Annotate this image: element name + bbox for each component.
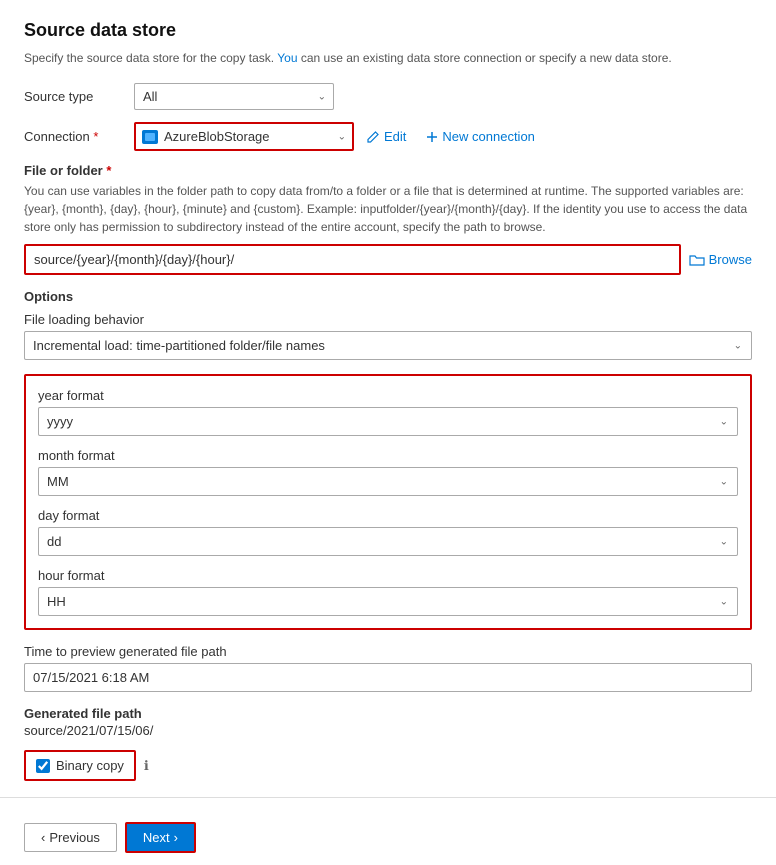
day-format-select[interactable]: dd d: [38, 527, 738, 556]
file-loading-select[interactable]: Incremental load: time-partitioned folde…: [24, 331, 752, 360]
next-arrow-icon: ›: [174, 830, 178, 845]
generated-file-path-value: source/2021/07/15/06/: [24, 723, 752, 738]
page-description: Specify the source data store for the co…: [24, 49, 752, 67]
binary-copy-label: Binary copy: [56, 758, 124, 773]
binary-copy-checkbox[interactable]: [36, 759, 50, 773]
prev-arrow-icon: ‹: [41, 830, 45, 845]
formats-section: year format yyyy yy ⌄ month format MM M …: [24, 374, 752, 630]
hour-format-select[interactable]: HH H: [38, 587, 738, 616]
edit-button[interactable]: Edit: [362, 125, 410, 148]
file-folder-label: File or folder: [24, 163, 752, 178]
month-format-select[interactable]: MM M: [38, 467, 738, 496]
source-type-select[interactable]: All: [134, 83, 334, 110]
preview-input[interactable]: [24, 663, 752, 692]
browse-button[interactable]: Browse: [689, 252, 752, 267]
year-format-select[interactable]: yyyy yy: [38, 407, 738, 436]
connection-label: Connection: [24, 129, 134, 144]
month-format-label: month format: [38, 448, 738, 463]
file-folder-hint: You can use variables in the folder path…: [24, 182, 752, 236]
footer: ‹ Previous Next ›: [0, 810, 776, 865]
previous-button[interactable]: ‹ Previous: [24, 823, 117, 852]
pencil-icon: [366, 130, 380, 144]
plus-icon: [426, 131, 438, 143]
description-link[interactable]: You: [277, 51, 297, 65]
connection-select[interactable]: AzureBlobStorage: [134, 122, 354, 151]
footer-divider: [0, 797, 776, 798]
path-input[interactable]: [24, 244, 681, 275]
preview-label: Time to preview generated file path: [24, 644, 752, 659]
binary-copy-info-icon[interactable]: ℹ: [144, 758, 149, 774]
page-title: Source data store: [24, 20, 752, 41]
binary-copy-checkbox-wrapper[interactable]: Binary copy: [24, 750, 136, 781]
hour-format-label: hour format: [38, 568, 738, 583]
options-title: Options: [24, 289, 752, 304]
folder-icon: [689, 253, 705, 267]
generated-file-path-label: Generated file path: [24, 706, 752, 721]
file-loading-label: File loading behavior: [24, 312, 752, 327]
day-format-label: day format: [38, 508, 738, 523]
source-type-label: Source type: [24, 89, 134, 104]
new-connection-button[interactable]: New connection: [422, 125, 539, 148]
year-format-label: year format: [38, 388, 738, 403]
